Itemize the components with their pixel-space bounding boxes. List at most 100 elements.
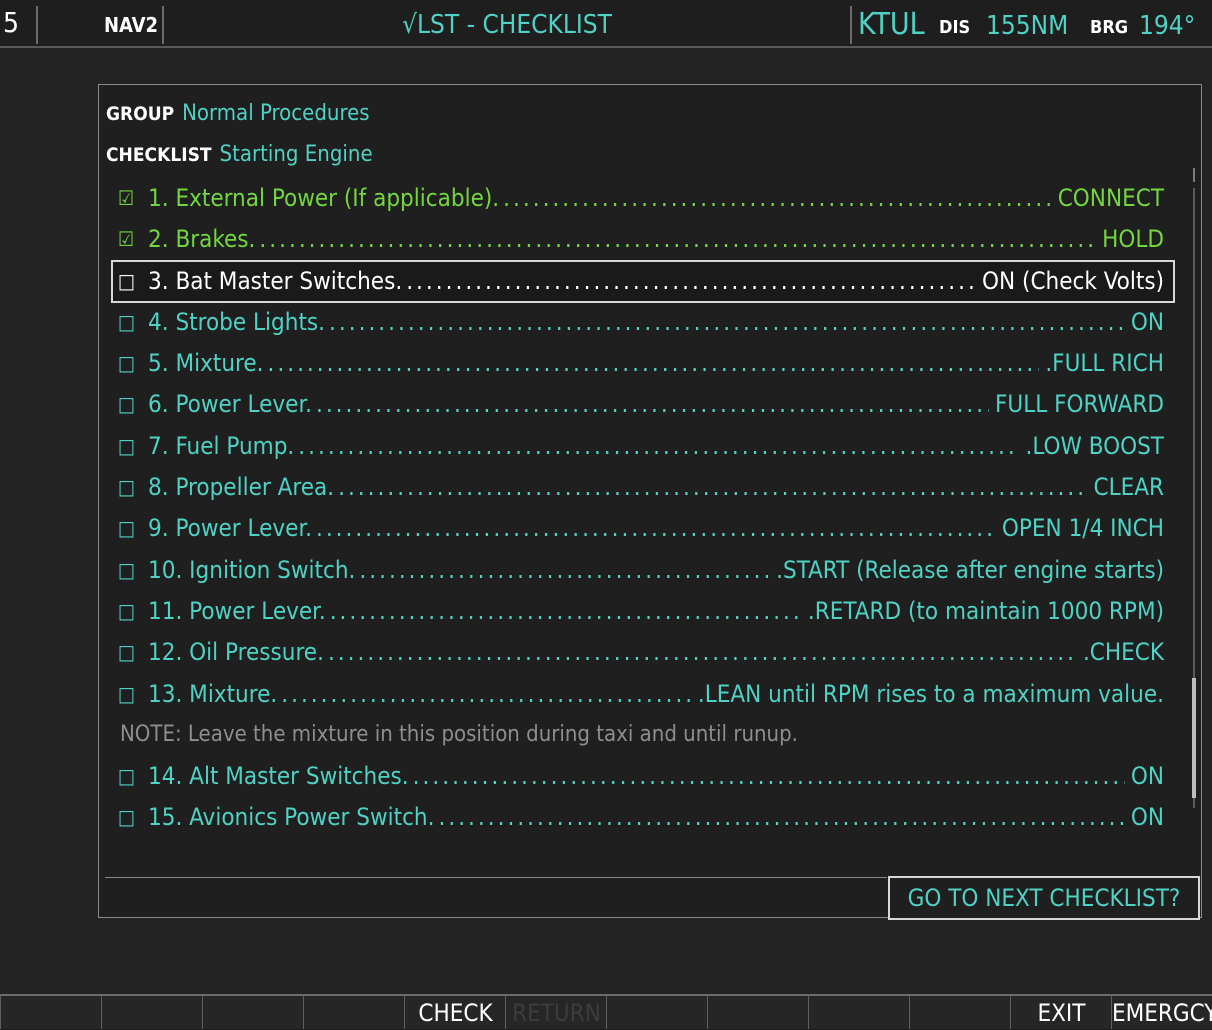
scrollbar-thumb[interactable] bbox=[1192, 678, 1196, 798]
unchecked-box-icon[interactable]: □ bbox=[118, 550, 135, 590]
softkey-blank[interactable] bbox=[707, 996, 809, 1029]
checklist-item-selected[interactable]: □ 3. Bat Master Switches. ON (Check Volts)… bbox=[111, 259, 1175, 303]
next-checklist-button[interactable]: GO TO NEXT CHECKLIST? bbox=[888, 876, 1200, 920]
group-value[interactable]: Normal Procedures bbox=[182, 101, 369, 126]
softkey-blank[interactable] bbox=[606, 996, 708, 1029]
bearing-label: BRG bbox=[1090, 17, 1129, 38]
checklist-item[interactable]: ☑ 2. Brakes. HOLD.........................… bbox=[112, 219, 1174, 260]
checklist-item[interactable]: □ 8. Propeller Area. CLEAR................… bbox=[112, 467, 1174, 508]
scrollbar[interactable] bbox=[1188, 168, 1198, 808]
checklist-item-action: .RETARD (to maintain 1000 RPM) bbox=[807, 596, 1164, 625]
checklist-item[interactable]: □ 10. Ignition Switch. .START (Release aft… bbox=[112, 550, 1174, 591]
leader-dots: ........................................… bbox=[438, 803, 1125, 832]
checked-box-icon[interactable]: ☑ bbox=[118, 178, 134, 218]
leader-dots: ........................................… bbox=[298, 431, 1020, 460]
softkey-exit[interactable]: EXIT bbox=[1010, 996, 1112, 1029]
unchecked-box-icon[interactable]: □ bbox=[118, 467, 135, 507]
top-status-bar: 5 NAV2 √LST - CHECKLIST KTUL DIS 155NM B… bbox=[0, 0, 1212, 48]
checklist-value[interactable]: Starting Engine bbox=[220, 142, 373, 167]
checklist-item-action: .FULL RICH bbox=[1045, 349, 1164, 378]
checklist-item-action: ON bbox=[1130, 803, 1164, 832]
checklist-note: NOTE: Leave the mixture in this position… bbox=[120, 721, 798, 747]
divider bbox=[36, 6, 38, 44]
leader-dots: ........................................… bbox=[329, 596, 802, 625]
checklist-item[interactable]: □ 12. Oil Pressure. .CHECK................… bbox=[112, 632, 1174, 673]
softkey-blank[interactable] bbox=[202, 996, 304, 1029]
leader-dots: ........................................… bbox=[412, 762, 1125, 791]
checklist-item-label: 10. Ignition Switch. bbox=[148, 555, 356, 584]
checklist-item-action: CONNECT bbox=[1057, 184, 1164, 212]
unchecked-box-icon[interactable]: □ bbox=[118, 343, 135, 383]
checklist-item[interactable]: □ 4. Strobe Lights. ON....................… bbox=[112, 302, 1174, 343]
group-label: GROUP bbox=[106, 103, 175, 125]
checklist-item-action: ON (Check Volts) bbox=[982, 266, 1164, 295]
leader-dots: ........................................… bbox=[338, 473, 1088, 502]
unchecked-box-icon[interactable]: □ bbox=[118, 797, 135, 837]
checklist-item[interactable]: □ 6. Power Lever. FULL FORWARD............… bbox=[112, 384, 1174, 425]
leader-dots: ........................................… bbox=[281, 679, 692, 708]
checklist-item-label: 6. Power Lever. bbox=[148, 390, 312, 419]
checklist-items: ☑ 1. External Power (If applicable). CONNE… bbox=[111, 178, 1175, 839]
checklist-item-label: 4. Strobe Lights. bbox=[148, 307, 326, 336]
checklist-item-label: 1. External Power (If applicable). bbox=[148, 184, 500, 212]
checked-box-icon[interactable]: ☑ bbox=[118, 219, 134, 259]
checklist-item-label: 9. Power Lever. bbox=[148, 514, 312, 543]
checklist-item-action: FULL FORWARD bbox=[994, 390, 1164, 419]
leader-dots: ........................................… bbox=[327, 638, 1077, 667]
checklist-item-action: .CHECK bbox=[1082, 638, 1164, 667]
softkey-blank[interactable] bbox=[303, 996, 405, 1029]
softkey-return[interactable]: RETURN bbox=[505, 996, 607, 1029]
checklist-item[interactable]: ☑ 1. External Power (If applicable). CONNE… bbox=[112, 178, 1174, 219]
checklist-item-action: ON bbox=[1130, 307, 1164, 336]
checklist-item-label: 3. Bat Master Switches. bbox=[148, 266, 403, 295]
checklist-item-action: .LOW BOOST bbox=[1025, 431, 1165, 460]
checklist-item[interactable]: □ 14. Alt Master Switches. ON.............… bbox=[112, 756, 1174, 797]
checklist-item-label: 12. Oil Pressure. bbox=[148, 638, 324, 667]
checklist-item[interactable]: □ 9. Power Lever. OPEN 1/4 INCH...........… bbox=[112, 508, 1174, 549]
display-frame: 5 NAV2 √LST - CHECKLIST KTUL DIS 155NM B… bbox=[0, 0, 1212, 1029]
leader-dots: ........................................… bbox=[315, 514, 996, 543]
checklist-item-action: ON bbox=[1130, 762, 1164, 791]
group-selector[interactable]: GROUP Normal Procedures bbox=[106, 100, 370, 128]
nav-source-label: NAV2 bbox=[104, 13, 159, 37]
unchecked-box-icon[interactable]: □ bbox=[118, 426, 135, 466]
leader-dots: ........................................… bbox=[315, 390, 989, 419]
leader-dots: ........................................… bbox=[267, 349, 1040, 378]
softkey-blank[interactable] bbox=[101, 996, 203, 1029]
unchecked-box-icon[interactable]: □ bbox=[118, 591, 135, 631]
softkey-blank[interactable] bbox=[0, 996, 102, 1029]
divider bbox=[850, 6, 852, 44]
leader-dots: ........................................… bbox=[259, 225, 1097, 254]
distance-label: DIS bbox=[939, 17, 971, 38]
scrollbar-cap bbox=[1193, 168, 1195, 182]
checklist-item[interactable]: □ 15. Avionics Power Switch. ON...........… bbox=[112, 797, 1174, 838]
checklist-item-label: 2. Brakes. bbox=[148, 225, 256, 254]
unchecked-box-icon[interactable]: □ bbox=[118, 384, 135, 424]
checklist-item-label: 14. Alt Master Switches. bbox=[148, 762, 409, 791]
unchecked-box-icon[interactable]: □ bbox=[118, 302, 135, 342]
leader-dots: ........................................… bbox=[359, 555, 771, 584]
softkey-check[interactable]: CHECK bbox=[404, 996, 506, 1029]
checklist-item-action: HOLD bbox=[1102, 225, 1164, 254]
unchecked-box-icon[interactable]: □ bbox=[118, 674, 135, 714]
checklist-selector[interactable]: CHECKLIST Starting Engine bbox=[106, 141, 373, 169]
checklist-item-label: 15. Avionics Power Switch. bbox=[148, 803, 435, 832]
checklist-item-label: 8. Propeller Area. bbox=[148, 473, 335, 502]
unchecked-box-icon[interactable]: □ bbox=[118, 261, 135, 301]
softkey-blank[interactable] bbox=[808, 996, 910, 1029]
checklist-label: CHECKLIST bbox=[106, 144, 212, 166]
leader-dots: ........................................… bbox=[406, 266, 977, 295]
unchecked-box-icon[interactable]: □ bbox=[118, 632, 135, 672]
unchecked-box-icon[interactable]: □ bbox=[118, 756, 135, 796]
checklist-item[interactable]: □ 5. Mixture. .FULL RICH..................… bbox=[112, 343, 1174, 384]
active-waypoint: KTUL bbox=[858, 7, 925, 42]
checklist-item[interactable]: □ 7. Fuel Pump. .LOW BOOST................… bbox=[112, 426, 1174, 467]
unchecked-box-icon[interactable]: □ bbox=[118, 508, 135, 548]
checklist-item-action: CLEAR bbox=[1093, 473, 1164, 502]
checklist-item[interactable]: □ 13. Mixture. .LEAN until RPM rises to a … bbox=[112, 674, 1174, 715]
checklist-item-label: 11. Power Lever. bbox=[148, 596, 326, 625]
checklist-item-label: 5. Mixture. bbox=[148, 349, 264, 378]
softkey-emergcy[interactable]: EMERGCY bbox=[1111, 996, 1212, 1029]
checklist-item[interactable]: □ 11. Power Lever. .RETARD (to maintain 10… bbox=[112, 591, 1174, 632]
softkey-blank[interactable] bbox=[909, 996, 1011, 1029]
